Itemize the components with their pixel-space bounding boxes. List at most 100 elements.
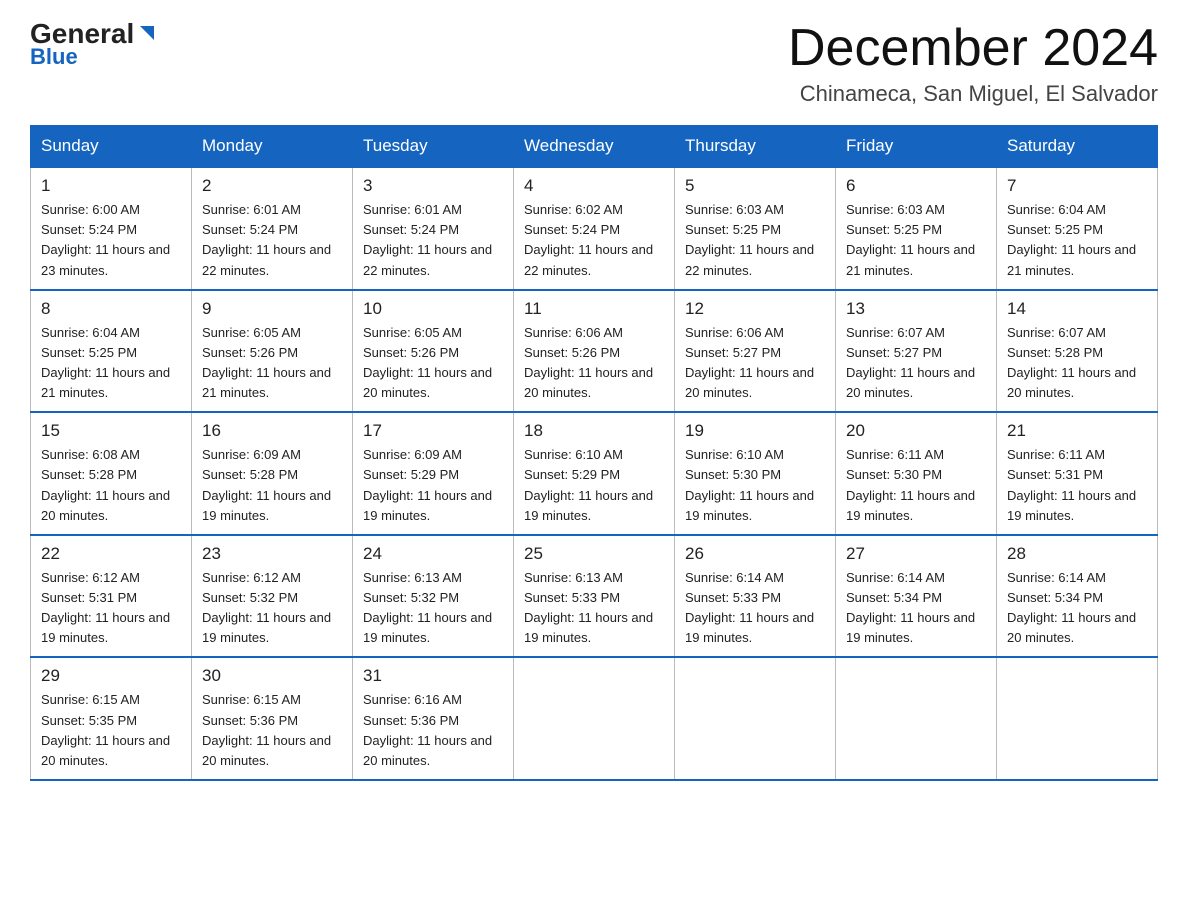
- daylight-label: Daylight: 11 hours and 19 minutes.: [846, 488, 975, 523]
- sunrise-label: Sunrise: 6:02 AM: [524, 202, 623, 217]
- day-info: Sunrise: 6:01 AM Sunset: 5:24 PM Dayligh…: [363, 200, 503, 281]
- day-info: Sunrise: 6:04 AM Sunset: 5:25 PM Dayligh…: [1007, 200, 1147, 281]
- day-number: 28: [1007, 544, 1147, 564]
- sunrise-label: Sunrise: 6:11 AM: [1007, 447, 1105, 462]
- day-info: Sunrise: 6:08 AM Sunset: 5:28 PM Dayligh…: [41, 445, 181, 526]
- sunset-label: Sunset: 5:25 PM: [846, 222, 942, 237]
- calendar-cell: [675, 657, 836, 780]
- calendar-cell: 21 Sunrise: 6:11 AM Sunset: 5:31 PM Dayl…: [997, 412, 1158, 535]
- day-info: Sunrise: 6:06 AM Sunset: 5:26 PM Dayligh…: [524, 323, 664, 404]
- day-info: Sunrise: 6:05 AM Sunset: 5:26 PM Dayligh…: [202, 323, 342, 404]
- day-number: 6: [846, 176, 986, 196]
- sunrise-label: Sunrise: 6:05 AM: [202, 325, 301, 340]
- days-of-week-row: SundayMondayTuesdayWednesdayThursdayFrid…: [31, 126, 1158, 168]
- day-number: 12: [685, 299, 825, 319]
- day-info: Sunrise: 6:16 AM Sunset: 5:36 PM Dayligh…: [363, 690, 503, 771]
- day-of-week-header: Tuesday: [353, 126, 514, 168]
- sunset-label: Sunset: 5:35 PM: [41, 713, 137, 728]
- sunset-label: Sunset: 5:24 PM: [41, 222, 137, 237]
- calendar-cell: 22 Sunrise: 6:12 AM Sunset: 5:31 PM Dayl…: [31, 535, 192, 658]
- sunset-label: Sunset: 5:25 PM: [1007, 222, 1103, 237]
- day-number: 1: [41, 176, 181, 196]
- sunset-label: Sunset: 5:27 PM: [685, 345, 781, 360]
- sunset-label: Sunset: 5:25 PM: [41, 345, 137, 360]
- calendar-cell: 25 Sunrise: 6:13 AM Sunset: 5:33 PM Dayl…: [514, 535, 675, 658]
- day-info: Sunrise: 6:06 AM Sunset: 5:27 PM Dayligh…: [685, 323, 825, 404]
- sunset-label: Sunset: 5:24 PM: [524, 222, 620, 237]
- calendar-cell: 28 Sunrise: 6:14 AM Sunset: 5:34 PM Dayl…: [997, 535, 1158, 658]
- calendar-cell: 1 Sunrise: 6:00 AM Sunset: 5:24 PM Dayli…: [31, 167, 192, 290]
- calendar-cell: 4 Sunrise: 6:02 AM Sunset: 5:24 PM Dayli…: [514, 167, 675, 290]
- daylight-label: Daylight: 11 hours and 20 minutes.: [41, 488, 170, 523]
- calendar-cell: 31 Sunrise: 6:16 AM Sunset: 5:36 PM Dayl…: [353, 657, 514, 780]
- daylight-label: Daylight: 11 hours and 20 minutes.: [1007, 610, 1136, 645]
- day-number: 10: [363, 299, 503, 319]
- day-of-week-header: Monday: [192, 126, 353, 168]
- daylight-label: Daylight: 11 hours and 21 minutes.: [41, 365, 170, 400]
- logo: General Blue: [30, 20, 158, 70]
- sunrise-label: Sunrise: 6:14 AM: [846, 570, 945, 585]
- day-info: Sunrise: 6:07 AM Sunset: 5:27 PM Dayligh…: [846, 323, 986, 404]
- sunrise-label: Sunrise: 6:01 AM: [363, 202, 462, 217]
- calendar-week-row: 8 Sunrise: 6:04 AM Sunset: 5:25 PM Dayli…: [31, 290, 1158, 413]
- sunset-label: Sunset: 5:36 PM: [202, 713, 298, 728]
- day-number: 21: [1007, 421, 1147, 441]
- sunset-label: Sunset: 5:33 PM: [524, 590, 620, 605]
- day-info: Sunrise: 6:13 AM Sunset: 5:32 PM Dayligh…: [363, 568, 503, 649]
- sunrise-label: Sunrise: 6:08 AM: [41, 447, 140, 462]
- sunset-label: Sunset: 5:32 PM: [202, 590, 298, 605]
- sunset-label: Sunset: 5:32 PM: [363, 590, 459, 605]
- calendar-cell: [514, 657, 675, 780]
- calendar-cell: 10 Sunrise: 6:05 AM Sunset: 5:26 PM Dayl…: [353, 290, 514, 413]
- day-number: 26: [685, 544, 825, 564]
- sunset-label: Sunset: 5:29 PM: [524, 467, 620, 482]
- day-number: 22: [41, 544, 181, 564]
- day-info: Sunrise: 6:04 AM Sunset: 5:25 PM Dayligh…: [41, 323, 181, 404]
- sunset-label: Sunset: 5:26 PM: [363, 345, 459, 360]
- sunrise-label: Sunrise: 6:06 AM: [685, 325, 784, 340]
- calendar-cell: 20 Sunrise: 6:11 AM Sunset: 5:30 PM Dayl…: [836, 412, 997, 535]
- daylight-label: Daylight: 11 hours and 21 minutes.: [846, 242, 975, 277]
- calendar-cell: 24 Sunrise: 6:13 AM Sunset: 5:32 PM Dayl…: [353, 535, 514, 658]
- sunrise-label: Sunrise: 6:13 AM: [363, 570, 462, 585]
- sunrise-label: Sunrise: 6:04 AM: [1007, 202, 1106, 217]
- sunset-label: Sunset: 5:31 PM: [41, 590, 137, 605]
- day-of-week-header: Saturday: [997, 126, 1158, 168]
- calendar-cell: 19 Sunrise: 6:10 AM Sunset: 5:30 PM Dayl…: [675, 412, 836, 535]
- calendar-cell: 29 Sunrise: 6:15 AM Sunset: 5:35 PM Dayl…: [31, 657, 192, 780]
- logo-blue-text: Blue: [30, 44, 78, 70]
- daylight-label: Daylight: 11 hours and 20 minutes.: [41, 733, 170, 768]
- calendar-cell: 17 Sunrise: 6:09 AM Sunset: 5:29 PM Dayl…: [353, 412, 514, 535]
- calendar-week-row: 29 Sunrise: 6:15 AM Sunset: 5:35 PM Dayl…: [31, 657, 1158, 780]
- calendar-cell: 27 Sunrise: 6:14 AM Sunset: 5:34 PM Dayl…: [836, 535, 997, 658]
- sunset-label: Sunset: 5:26 PM: [202, 345, 298, 360]
- sunrise-label: Sunrise: 6:10 AM: [524, 447, 623, 462]
- daylight-label: Daylight: 11 hours and 19 minutes.: [202, 610, 331, 645]
- day-number: 16: [202, 421, 342, 441]
- day-number: 29: [41, 666, 181, 686]
- sunset-label: Sunset: 5:28 PM: [41, 467, 137, 482]
- sunset-label: Sunset: 5:29 PM: [363, 467, 459, 482]
- calendar-cell: 11 Sunrise: 6:06 AM Sunset: 5:26 PM Dayl…: [514, 290, 675, 413]
- day-number: 27: [846, 544, 986, 564]
- daylight-label: Daylight: 11 hours and 20 minutes.: [524, 365, 653, 400]
- daylight-label: Daylight: 11 hours and 22 minutes.: [685, 242, 814, 277]
- calendar-cell: 16 Sunrise: 6:09 AM Sunset: 5:28 PM Dayl…: [192, 412, 353, 535]
- day-number: 14: [1007, 299, 1147, 319]
- sunrise-label: Sunrise: 6:09 AM: [363, 447, 462, 462]
- day-number: 23: [202, 544, 342, 564]
- day-info: Sunrise: 6:11 AM Sunset: 5:30 PM Dayligh…: [846, 445, 986, 526]
- day-info: Sunrise: 6:00 AM Sunset: 5:24 PM Dayligh…: [41, 200, 181, 281]
- daylight-label: Daylight: 11 hours and 20 minutes.: [846, 365, 975, 400]
- day-number: 4: [524, 176, 664, 196]
- sunset-label: Sunset: 5:30 PM: [846, 467, 942, 482]
- sunset-label: Sunset: 5:31 PM: [1007, 467, 1103, 482]
- daylight-label: Daylight: 11 hours and 19 minutes.: [202, 488, 331, 523]
- day-number: 24: [363, 544, 503, 564]
- day-info: Sunrise: 6:05 AM Sunset: 5:26 PM Dayligh…: [363, 323, 503, 404]
- daylight-label: Daylight: 11 hours and 19 minutes.: [846, 610, 975, 645]
- sunset-label: Sunset: 5:34 PM: [846, 590, 942, 605]
- sunrise-label: Sunrise: 6:07 AM: [1007, 325, 1106, 340]
- day-info: Sunrise: 6:15 AM Sunset: 5:36 PM Dayligh…: [202, 690, 342, 771]
- daylight-label: Daylight: 11 hours and 20 minutes.: [1007, 365, 1136, 400]
